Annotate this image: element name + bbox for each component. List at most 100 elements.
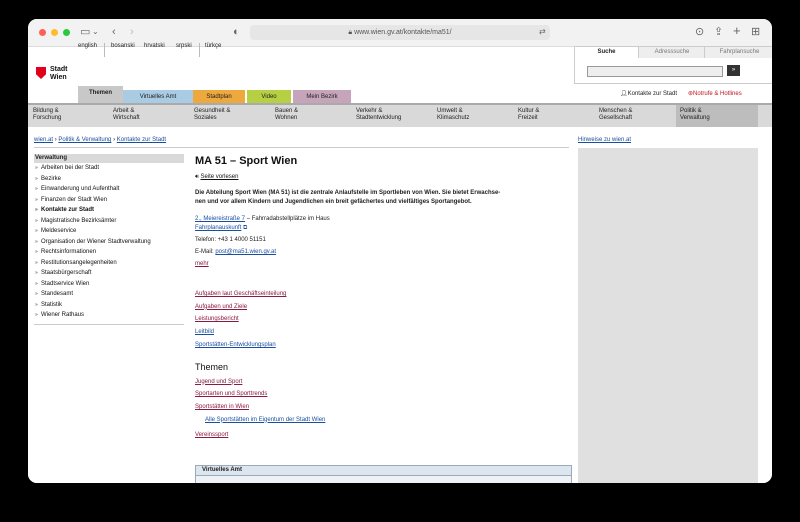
cat-bildung[interactable]: Bildung & Forschung (33, 108, 61, 122)
nav-heading[interactable]: Verwaltung (34, 154, 184, 163)
nav-item-stadtservice[interactable]: Stadtservice Wien (34, 279, 184, 290)
email-link[interactable]: post@ma51.wien.gv.at (215, 249, 276, 255)
virtuelles-amt-box: Virtuelles Amt (195, 465, 572, 483)
minimize-window-button[interactable] (51, 29, 58, 36)
divider (34, 323, 184, 325)
lang-turkce[interactable]: türkçe (205, 43, 221, 49)
kontakte-link[interactable]: 👤︎Kontakte zur Stadt (620, 90, 677, 97)
nav-item-rathaus[interactable]: Wiener Rathaus (34, 310, 184, 321)
nav-item-meldeservice[interactable]: Meldeservice (34, 226, 184, 237)
cat-verkehr[interactable]: Verkehr & Stadtentwicklung (356, 108, 401, 122)
cat-menschen[interactable]: Menschen & Gesellschaft (599, 108, 632, 122)
link-aufgaben-geschaeftseinteilung[interactable]: Aufgaben laut Geschäftseinteilung (195, 288, 570, 301)
tab-fahrplansuche[interactable]: Fahrplansuche (704, 47, 772, 58)
share-icon[interactable]: ⇪ (714, 25, 723, 39)
nav-item-finanzen[interactable]: Finanzen der Stadt Wien (34, 195, 184, 206)
breadcrumb-wien-at[interactable]: wien.at (34, 137, 53, 143)
breadcrumb-kontakte[interactable]: Kontakte zur Stadt (117, 137, 166, 143)
notrufe-link[interactable]: ⊛Notrufe & Hotlines (688, 90, 742, 97)
sidebar-toggle-icon[interactable]: ▭ (80, 25, 90, 39)
tab-stadtplan[interactable]: Stadtplan (193, 90, 245, 104)
download-icon[interactable]: ⊙ (695, 25, 704, 39)
category-nav: Bildung & Forschung Arbeit & Wirtschaft Ge… (28, 103, 772, 127)
cat-umwelt[interactable]: Umwelt & Klimaschutz (437, 108, 469, 122)
link-sportarten[interactable]: Sportarten und Sporttrends (195, 388, 570, 401)
lang-srpski[interactable]: srpski (176, 43, 192, 49)
phone: Telefon: +43 1 4000 51151 (195, 237, 266, 243)
chevron-down-icon[interactable]: ⌄ (92, 25, 99, 39)
cat-arbeit[interactable]: Arbeit & Wirtschaft (113, 108, 140, 122)
nav-item-organisation[interactable]: Organisation der Wiener Stadtverwaltung (34, 237, 184, 248)
nav-item-restitution[interactable]: Restitutionsangelegenheiten (34, 258, 184, 269)
address-block: 2., Meiereistraße 7 – Fahrradabstellplät… (195, 216, 330, 231)
hinweise-link[interactable]: Hinweise zu wien.at (578, 137, 631, 143)
page-title: MA 51 – Sport Wien (195, 155, 298, 167)
cat-bauen[interactable]: Bauen & Wohnen (275, 108, 298, 122)
lang-bosanski[interactable]: bosanski (111, 43, 135, 49)
divider (34, 147, 569, 148)
link-sportstaetten-plan[interactable]: Sportstätten-Entwicklungsplan (195, 339, 570, 352)
search-submit-button[interactable]: » (727, 65, 740, 76)
tab-video[interactable]: Video (247, 90, 291, 104)
tab-themen[interactable]: Themen (78, 86, 123, 103)
nav-item-kontakte[interactable]: Kontakte zur Stadt (34, 205, 184, 216)
email-row: E-Mail: post@ma51.wien.gv.at (195, 249, 277, 255)
cat-politik[interactable]: Politik & Verwaltung (676, 105, 758, 127)
web-page: english bosanski hrvatski srpski türkçe … (28, 43, 772, 483)
link-vereinssport[interactable]: Vereinssport (195, 429, 570, 442)
browser-toolbar: ▭ ⌄ ‹ › ◐ 🔒︎ www.wien.gv.at/kontakte/ma5… (28, 19, 772, 47)
url-text: www.wien.gv.at/kontakte/ma51/ (354, 29, 452, 36)
nav-item-bezirke[interactable]: Bezirke (34, 174, 184, 185)
virtuelles-amt-heading: Virtuelles Amt (196, 466, 571, 476)
info-links: Aufgaben laut Geschäftseinteilung Aufgab… (195, 288, 570, 352)
breadcrumb: wien.at › Politik & Verwaltung › Kontakt… (34, 137, 166, 143)
vienna-coat-of-arms-icon[interactable] (36, 67, 46, 79)
new-tab-icon[interactable]: + (733, 24, 741, 38)
lang-hrvatski[interactable]: hrvatski (144, 43, 165, 49)
divider (199, 43, 200, 57)
site-logo[interactable]: Stadt Wien (50, 66, 68, 82)
tab-suche[interactable]: Suche (575, 47, 638, 58)
zoom-window-button[interactable] (63, 29, 70, 36)
nav-item-rechtsinformationen[interactable]: Rechtsinformationen (34, 247, 184, 258)
link-leistungsbericht[interactable]: Leistungsbericht (195, 313, 570, 326)
nav-item-staatsbuergerschaft[interactable]: Staatsbürgerschaft (34, 268, 184, 279)
breadcrumb-politik[interactable]: Politik & Verwaltung (58, 137, 111, 143)
link-leitbild[interactable]: Leitbild (195, 326, 570, 339)
main-content: MA 51 – Sport Wien 🔊︎ Seite vorlesen Die… (195, 155, 570, 442)
timetable-link[interactable]: Fahrplanauskunft (195, 225, 241, 231)
right-sidebar (578, 148, 758, 483)
divider (104, 43, 105, 57)
tab-virtuelles-amt[interactable]: Virtuelles Amt (123, 90, 193, 104)
close-window-button[interactable] (39, 29, 46, 36)
translate-icon[interactable]: ⇄ (539, 25, 546, 39)
themen-heading: Themen (195, 361, 229, 372)
address-bar[interactable]: 🔒︎ www.wien.gv.at/kontakte/ma51/ (250, 25, 550, 40)
tab-adresssuche[interactable]: Adresssuche (638, 47, 705, 58)
nav-item-statistik[interactable]: Statistik (34, 300, 184, 311)
cat-kultur[interactable]: Kultur & Freizeit (518, 108, 539, 122)
mehr-link[interactable]: mehr (195, 261, 570, 267)
back-arrow-icon[interactable]: ‹ (112, 25, 116, 39)
nav-item-einwanderung[interactable]: Einwanderung und Aufenthalt (34, 184, 184, 195)
person-icon: 👤︎ (620, 91, 628, 97)
read-aloud[interactable]: 🔊︎ Seite vorlesen (195, 174, 570, 181)
search-input[interactable] (587, 66, 723, 77)
link-jugend-sport[interactable]: Jugend und Sport (195, 376, 570, 389)
forward-arrow-icon[interactable]: › (130, 25, 134, 39)
cat-gesundheit[interactable]: Gesundheit & Soziales (194, 108, 230, 122)
nav-item-arbeiten[interactable]: Arbeiten bei der Stadt (34, 163, 184, 174)
link-aufgaben-ziele[interactable]: Aufgaben und Ziele (195, 301, 570, 314)
link-alle-sportstaetten[interactable]: Alle Sportstätten im Eigentum der Stadt … (195, 414, 570, 427)
themen-list: Jugend und Sport Sportarten und Sporttre… (195, 376, 570, 443)
browser-window: ▭ ⌄ ‹ › ◐ 🔒︎ www.wien.gv.at/kontakte/ma5… (28, 19, 772, 483)
nav-item-bezirksaemter[interactable]: Magistratische Bezirksämter (34, 216, 184, 227)
tab-overview-icon[interactable]: ⊞ (751, 25, 760, 39)
link-sportstaetten[interactable]: Sportstätten in Wien (195, 401, 570, 414)
lang-english[interactable]: english (78, 43, 97, 49)
address-link[interactable]: 2., Meiereistraße 7 (195, 216, 245, 222)
nav-item-standesamt[interactable]: Standesamt (34, 289, 184, 300)
privacy-shield-icon[interactable]: ◐ (233, 25, 240, 39)
tab-mein-bezirk[interactable]: Mein Bezirk (293, 90, 351, 104)
intro-text: Die Abteilung Sport Wien (MA 51) ist die… (195, 190, 501, 205)
